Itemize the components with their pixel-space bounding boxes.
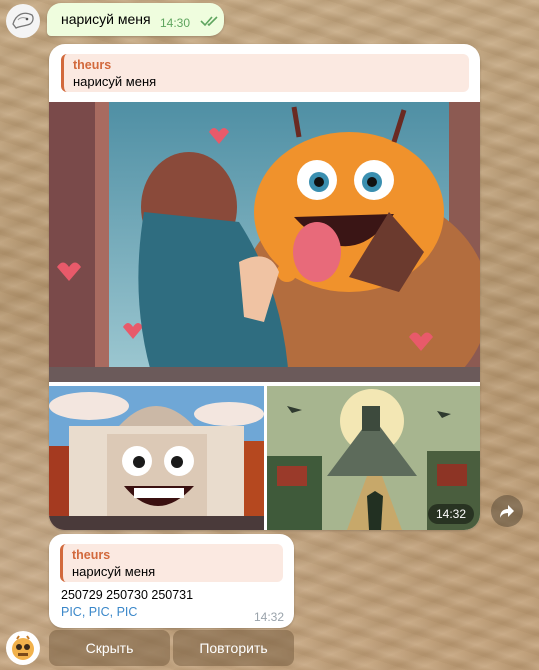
double-check-icon xyxy=(200,16,218,27)
reply-quote[interactable]: theurs нарисуй меня xyxy=(61,54,469,92)
image-girl-and-monster[interactable] xyxy=(49,102,480,382)
message-time: 14:32 xyxy=(427,504,474,524)
image-white-house-face[interactable] xyxy=(49,386,264,530)
forward-button[interactable] xyxy=(491,495,523,527)
pic-links: PIC, PIC, PIC xyxy=(61,605,138,619)
message-time: 14:32 xyxy=(253,610,284,624)
reply-author: theurs xyxy=(73,58,112,72)
hide-button[interactable]: Скрыть xyxy=(49,630,170,666)
album-message[interactable]: theurs нарисуй меня 14:32 xyxy=(49,44,480,530)
reply-text: нарисуй меня xyxy=(72,564,156,579)
reply-quote[interactable]: theurs нарисуй меня xyxy=(60,544,283,582)
reply-author: theurs xyxy=(72,548,111,562)
image-ids-text: 250729 250730 250731 xyxy=(61,588,194,602)
links-message[interactable]: theurs нарисуй меня 250729 250730 250731… xyxy=(49,534,294,628)
reply-text: нарисуй меня xyxy=(73,74,157,89)
pic-link[interactable]: PIC xyxy=(61,605,82,619)
robot-avatar-icon xyxy=(12,635,34,660)
message-text: нарисуй меня xyxy=(61,11,151,27)
message-time: 14:30 xyxy=(160,16,191,30)
bot-avatar[interactable] xyxy=(6,631,40,665)
image-city-creature[interactable]: 14:32 xyxy=(267,386,480,530)
outgoing-message[interactable]: нарисуй меня 14:30 xyxy=(47,3,224,36)
user-avatar[interactable] xyxy=(6,4,40,38)
pic-link[interactable]: PIC xyxy=(89,605,110,619)
pic-link[interactable]: PIC xyxy=(117,605,138,619)
repeat-button[interactable]: Повторить xyxy=(173,630,294,666)
sketch-avatar-icon xyxy=(12,12,34,29)
forward-arrow-icon xyxy=(500,505,514,518)
